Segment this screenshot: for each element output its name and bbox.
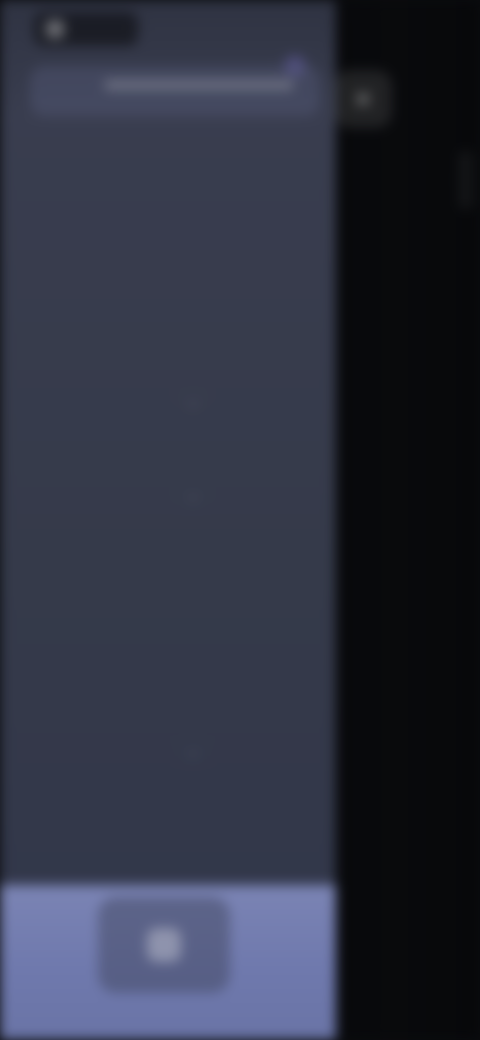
nav-item-6[interactable] [40, 347, 310, 371]
backdrop-hint [458, 150, 474, 210]
nav-item-5[interactable] [40, 306, 310, 330]
footer-home-button[interactable] [98, 897, 230, 993]
home-icon [147, 928, 181, 962]
close-icon [351, 87, 375, 111]
nav-section-2-item-5[interactable] [40, 697, 310, 721]
nav-section-2-item-1[interactable] [40, 533, 310, 557]
chevron-down-icon [185, 743, 201, 759]
nav-section-1[interactable] [28, 387, 228, 415]
active-item-subtitle [104, 80, 294, 90]
nav-section-2-item-3[interactable] [40, 615, 310, 639]
nav-section-3-item-2[interactable] [40, 831, 310, 855]
chevron-down-icon [185, 487, 201, 503]
nav-item-2[interactable] [40, 181, 310, 205]
nav-section-2-item-4[interactable] [40, 656, 310, 680]
nav-item-3[interactable] [40, 223, 310, 247]
drawer-nav [0, 125, 336, 885]
nav-item-4[interactable] [40, 265, 310, 289]
nav-section-3-item-1[interactable] [40, 790, 310, 814]
nav-section-2-item-2[interactable] [40, 574, 310, 598]
app-icon [46, 20, 64, 38]
active-item[interactable] [46, 74, 306, 114]
nav-section-1-item-1[interactable] [40, 438, 310, 462]
chevron-down-icon [185, 393, 201, 409]
screen [0, 0, 480, 1040]
nav-item-1[interactable] [40, 140, 310, 164]
brand-pill[interactable] [34, 12, 138, 46]
navigation-drawer [0, 0, 336, 1040]
close-button[interactable] [334, 70, 392, 128]
nav-section-2[interactable] [28, 481, 228, 509]
nav-section-3[interactable] [28, 737, 228, 765]
